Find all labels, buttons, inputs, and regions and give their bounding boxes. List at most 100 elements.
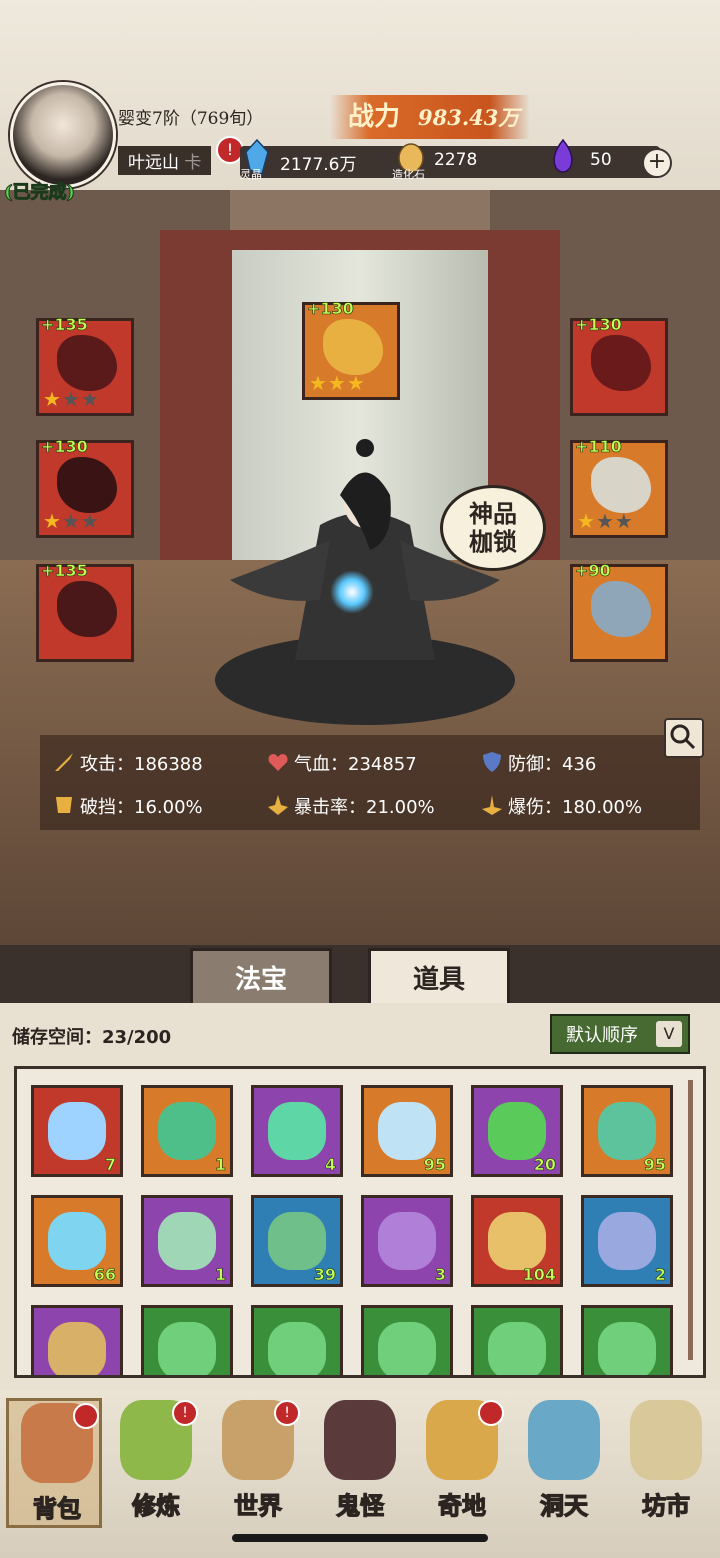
nav-market[interactable]: 坊市 (618, 1398, 714, 1528)
player-name[interactable]: 叶远山 卡 (118, 146, 212, 175)
nav-cultivation[interactable]: 修炼! (108, 1398, 204, 1528)
item-quantity: 66 (93, 1265, 116, 1285)
item-icon (488, 1212, 546, 1270)
inventory-item[interactable] (251, 1305, 343, 1375)
equip-slot-headband[interactable]: +130 (570, 315, 668, 416)
inventory-item[interactable] (31, 1305, 123, 1375)
add-resource-button[interactable]: + (642, 148, 672, 178)
sort-label: 默认顺序 (566, 1025, 638, 1046)
equip-slot-weapon[interactable]: +135 ★★★ (36, 315, 134, 416)
inventory-item[interactable]: 66 (31, 1195, 123, 1287)
stat-crit-damage: 爆伤：180.00% (508, 797, 643, 818)
cloud-talisman-icon (323, 319, 383, 375)
inventory-item[interactable] (141, 1305, 233, 1375)
nav-cave-heaven[interactable]: 洞天 (516, 1398, 612, 1528)
equip-slot-robe[interactable]: +130 ★★★ (36, 437, 134, 538)
item-icon (488, 1102, 546, 1160)
star-rating: ★★★ (43, 509, 100, 533)
alert-badge: ! (172, 1400, 198, 1426)
inventory-item[interactable]: 7 (31, 1085, 123, 1177)
equip-level: +135 (41, 561, 88, 581)
item-icon (48, 1212, 106, 1270)
shield-icon (483, 752, 501, 772)
nav-label: 坊市 (641, 1490, 690, 1520)
chevron-down-icon: V (656, 1021, 682, 1047)
alert-badge (478, 1400, 504, 1426)
resource-caption: 灵晶 (240, 168, 262, 181)
item-icon (158, 1102, 216, 1160)
item-quantity: 104 (522, 1265, 556, 1285)
inventory-item[interactable]: 2 (581, 1195, 673, 1287)
inventory-scrollbar[interactable] (688, 1080, 693, 1360)
inventory-item[interactable]: 1 (141, 1195, 233, 1287)
star-rating: ★★★ (43, 387, 100, 411)
completed-label: (已完成) (3, 182, 76, 204)
ring-icon (591, 581, 651, 637)
player-avatar[interactable] (10, 82, 116, 188)
item-icon (488, 1322, 546, 1375)
inventory-item[interactable] (581, 1305, 673, 1375)
nav-world-scroll[interactable]: 世界! (210, 1398, 306, 1528)
equip-slot-boots[interactable]: +135 (36, 561, 134, 662)
inventory-grid[interactable]: 7 1 4 95 20 95 66 1 39 3 104 2 (14, 1066, 706, 1378)
nav-backpack[interactable]: 背包 (6, 1398, 102, 1528)
inventory-item[interactable] (361, 1305, 453, 1375)
item-quantity: 1 (214, 1265, 227, 1285)
divine-shackle-badge[interactable]: 神品 枷锁 (440, 485, 546, 571)
equip-slot-talisman[interactable]: +130 ★★★ (302, 299, 400, 400)
item-icon (48, 1102, 106, 1160)
inventory-item[interactable]: 20 (471, 1085, 563, 1177)
item-icon (378, 1212, 436, 1270)
equip-slot-necklace[interactable]: +110 ★★★ (570, 437, 668, 538)
inventory-item[interactable]: 4 (251, 1085, 343, 1177)
inventory-item[interactable] (471, 1305, 563, 1375)
market-icon (630, 1400, 702, 1480)
inventory-item[interactable]: 95 (581, 1085, 673, 1177)
equip-level: +130 (41, 437, 88, 457)
ghost-icon (324, 1400, 396, 1480)
item-quantity: 95 (423, 1155, 446, 1175)
item-icon (598, 1322, 656, 1375)
nav-label: 背包 (32, 1493, 81, 1523)
magnifier-icon (670, 724, 696, 750)
crit-damage-icon (482, 795, 502, 815)
sort-dropdown[interactable]: 默认顺序 V (550, 1014, 690, 1054)
inventory-item[interactable]: 104 (471, 1195, 563, 1287)
equip-level: +130 (575, 315, 622, 335)
nav-wonderland[interactable]: 奇地 (414, 1398, 510, 1528)
equip-slot-ring[interactable]: +90 (570, 561, 668, 662)
tab-artifact[interactable]: 法宝 (190, 948, 332, 1004)
nav-label: 世界 (233, 1490, 282, 1520)
nav-label: 洞天 (539, 1490, 588, 1520)
stat-defense: 防御：436 (508, 754, 597, 775)
spirit-orb (330, 570, 374, 614)
star-rating: ★★★ (309, 371, 366, 395)
tab-items[interactable]: 道具 (368, 948, 510, 1004)
zoom-button[interactable] (664, 718, 704, 758)
stat-block-break: 破挡：16.00% (80, 797, 203, 818)
item-quantity: 95 (643, 1155, 666, 1175)
heart-icon (268, 754, 288, 771)
item-quantity: 4 (324, 1155, 337, 1175)
equip-level: +135 (41, 315, 88, 335)
spirit-crystal-value: 2177.6万 (280, 155, 357, 175)
sword-icon (57, 335, 117, 391)
storage-capacity: 储存空间：23/200 (12, 1027, 172, 1048)
nav-ghost[interactable]: 鬼怪 (312, 1398, 408, 1528)
inventory-item[interactable]: 3 (361, 1195, 453, 1287)
nav-label: 修炼 (131, 1490, 180, 1520)
inventory-item[interactable]: 39 (251, 1195, 343, 1287)
item-icon (268, 1212, 326, 1270)
inventory-item[interactable]: 95 (361, 1085, 453, 1177)
item-icon (268, 1102, 326, 1160)
power-value: 983.43万 (418, 105, 520, 130)
item-quantity: 3 (434, 1265, 447, 1285)
inventory-item[interactable]: 1 (141, 1085, 233, 1177)
alert-badge (73, 1403, 99, 1429)
alert-badge: ! (274, 1400, 300, 1426)
item-icon (378, 1102, 436, 1160)
home-indicator[interactable] (232, 1534, 488, 1542)
cave-heaven-icon (528, 1400, 600, 1480)
purple-flame-icon[interactable] (548, 138, 578, 176)
equip-level: +130 (307, 299, 354, 319)
